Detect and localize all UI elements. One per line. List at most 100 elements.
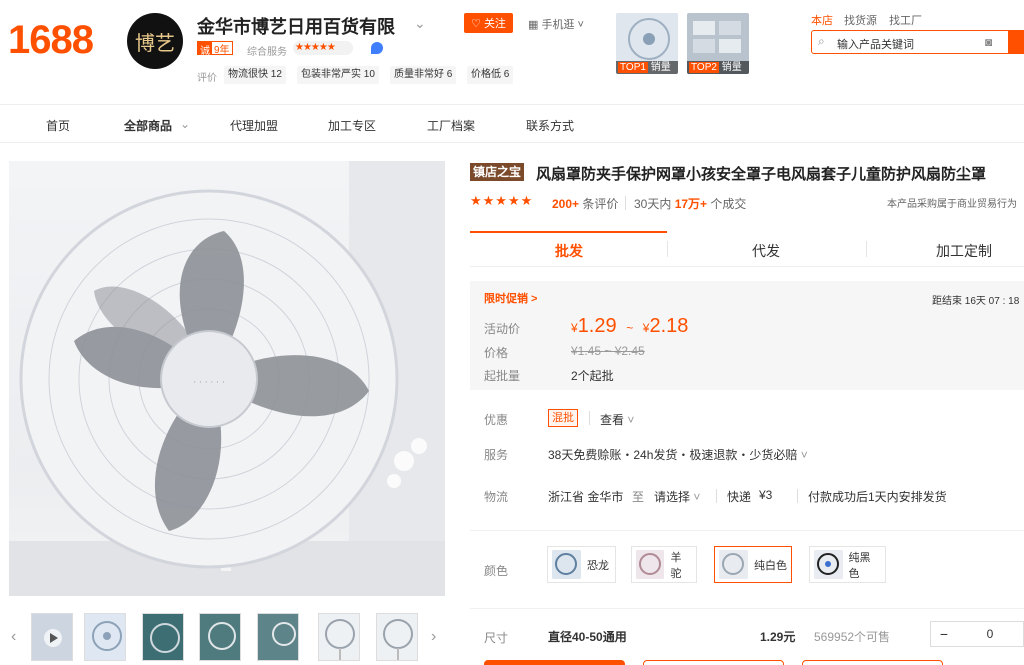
quantity-stepper[interactable]: − 0 bbox=[930, 621, 1024, 647]
buy-button[interactable] bbox=[484, 660, 625, 665]
divider bbox=[667, 241, 668, 257]
sold-count: 30天内 17万+ 个成交 bbox=[634, 195, 746, 212]
color-name: 纯黑色 bbox=[848, 551, 871, 580]
to-label: 至 bbox=[632, 490, 645, 504]
tab-find-goods[interactable]: 找货源 bbox=[844, 12, 877, 28]
rank-tag: TOP2 bbox=[689, 62, 719, 73]
nav-factory-file[interactable]: 工厂档案 bbox=[427, 117, 475, 134]
tab-dropship[interactable]: 代发 bbox=[752, 241, 780, 261]
nav-home[interactable]: 首页 bbox=[46, 117, 70, 134]
service-label: 综合服务 bbox=[247, 47, 287, 58]
color-name: 恐龙 bbox=[587, 559, 609, 572]
qty-value[interactable]: 0 bbox=[957, 627, 1023, 641]
tab-this-shop[interactable]: 本店 bbox=[811, 12, 833, 28]
nav-contact[interactable]: 联系方式 bbox=[526, 117, 574, 134]
tab-find-factory[interactable]: 找工厂 bbox=[889, 12, 922, 28]
mixed-batch-tag: 混批 bbox=[548, 409, 578, 427]
service-text[interactable]: 38天免费赊账・24h发货・极速退款・少货必赔 ˅ bbox=[548, 446, 808, 463]
shield-icon[interactable] bbox=[371, 42, 383, 54]
shop-name[interactable]: 金华市博艺日用百货有限 bbox=[197, 13, 395, 39]
moq-value: 2个起批 bbox=[571, 369, 614, 383]
nav-agency[interactable]: 代理加盟 bbox=[230, 117, 278, 134]
camera-icon[interactable]: ◙ bbox=[985, 35, 992, 49]
gallery-thumb[interactable] bbox=[318, 613, 360, 661]
price-range: ¥1.29 ~ ¥2.18 bbox=[571, 315, 688, 338]
currency: ¥ bbox=[571, 321, 578, 335]
chevron-right-icon[interactable]: › bbox=[431, 628, 436, 646]
chevron-down-icon: ˅ bbox=[693, 490, 701, 504]
chevron-down-icon[interactable]: ⌄ bbox=[414, 15, 426, 32]
tab-indicator bbox=[470, 231, 667, 233]
swatch-image bbox=[636, 550, 665, 579]
follow-button[interactable]: ♡ 关注 bbox=[464, 13, 513, 33]
color-option-dinosaur[interactable]: 恐龙 bbox=[547, 546, 616, 583]
moq-label: 起批量 bbox=[484, 369, 521, 383]
gallery-thumb[interactable] bbox=[31, 613, 73, 661]
discount-view-link[interactable]: 查看 ˅ bbox=[600, 411, 634, 428]
origin-location: 浙江省 金华市 bbox=[548, 490, 624, 504]
gallery-thumb[interactable] bbox=[257, 613, 299, 661]
stock: 569952个可售 bbox=[814, 630, 891, 644]
color-name: 羊驼 bbox=[670, 551, 682, 580]
nav-processing[interactable]: 加工专区 bbox=[328, 117, 376, 134]
tab-wholesale[interactable]: 批发 bbox=[555, 241, 583, 261]
express-fee: ¥3 bbox=[759, 488, 773, 502]
gallery-thumb[interactable] bbox=[84, 613, 126, 661]
tab-custom[interactable]: 加工定制 bbox=[936, 241, 992, 261]
qty-minus-button[interactable]: − bbox=[931, 626, 957, 642]
main-product-image[interactable]: · · · · · · bbox=[9, 161, 445, 596]
service-label: 服务 bbox=[484, 448, 509, 462]
heart-icon: ♡ bbox=[471, 17, 481, 30]
chevron-down-icon: ˅ bbox=[577, 19, 584, 31]
eval-chip[interactable]: 质量非常好 6 bbox=[390, 66, 457, 84]
follow-label: 关注 bbox=[483, 18, 506, 30]
top-product-thumb[interactable]: TOP1 销量 bbox=[616, 13, 678, 74]
chevron-left-icon[interactable]: ‹ bbox=[11, 628, 16, 646]
color-option-white[interactable]: 纯白色 bbox=[714, 546, 792, 583]
destination-select[interactable]: 请选择 ˅ bbox=[654, 488, 700, 505]
nav-all-products[interactable]: 全部商品 bbox=[124, 117, 172, 134]
eval-chip[interactable]: 物流很快 12 bbox=[224, 66, 286, 84]
eval-chip[interactable]: 价格低 6 bbox=[467, 66, 514, 84]
eval-chip[interactable]: 包装非常严实 10 bbox=[297, 66, 379, 84]
color-option-alpaca[interactable]: 羊驼 bbox=[631, 546, 697, 583]
rank-label: 销量 bbox=[650, 62, 671, 73]
sold-number: 17万+ bbox=[674, 197, 708, 211]
color-label: 颜色 bbox=[484, 564, 509, 578]
search-icon: ⌕ bbox=[818, 34, 825, 48]
gallery-thumb[interactable] bbox=[376, 613, 418, 661]
color-option-black[interactable]: 纯黑色 bbox=[809, 546, 886, 583]
site-logo[interactable]: 1688 bbox=[8, 18, 94, 63]
countdown: 距结束 16天 07 : 18 bbox=[932, 296, 1020, 307]
gallery-thumb[interactable] bbox=[142, 613, 184, 661]
divider bbox=[0, 104, 1024, 105]
promo-label[interactable]: 限时促销 > bbox=[484, 290, 537, 306]
mobile-shop-link[interactable]: ▦ 手机逛 ˅ bbox=[528, 16, 584, 32]
cert-mark: 诚 bbox=[198, 42, 212, 57]
sold-suffix: 个成交 bbox=[710, 197, 747, 211]
qr-icon: ▦ bbox=[528, 19, 539, 31]
fan-illustration: · · · · · · bbox=[9, 161, 445, 596]
inquiry-button[interactable] bbox=[802, 660, 943, 665]
orig-price: ¥1.45 ~ ¥2.45 bbox=[571, 344, 645, 358]
price-low: 1.29 bbox=[577, 315, 617, 337]
review-count[interactable]: 200+ 条评价 bbox=[552, 195, 618, 212]
search-button[interactable] bbox=[1008, 30, 1024, 54]
size-label: 尺寸 bbox=[484, 631, 509, 645]
review-suffix: 条评价 bbox=[582, 197, 619, 211]
rating-stars: ★★★★★ bbox=[470, 193, 534, 208]
divider bbox=[470, 608, 1024, 609]
divider bbox=[589, 411, 590, 425]
search-placeholder: 输入产品关键词 bbox=[837, 39, 914, 51]
gallery-thumb[interactable] bbox=[199, 613, 241, 661]
swatch-image bbox=[719, 550, 748, 579]
shop-avatar[interactable]: 博艺 bbox=[127, 13, 183, 69]
size-name: 直径40-50通用 bbox=[548, 630, 627, 644]
price-high: 2.18 bbox=[649, 315, 689, 337]
color-name: 纯白色 bbox=[754, 559, 787, 572]
service-items: 38天免费赊账・24h发货・极速退款・少货必赔 bbox=[548, 448, 798, 462]
size-price: 1.29元 bbox=[760, 630, 796, 644]
top-product-thumb[interactable]: TOP2 销量 bbox=[687, 13, 749, 74]
cart-button[interactable] bbox=[643, 660, 784, 665]
divider bbox=[866, 241, 867, 257]
